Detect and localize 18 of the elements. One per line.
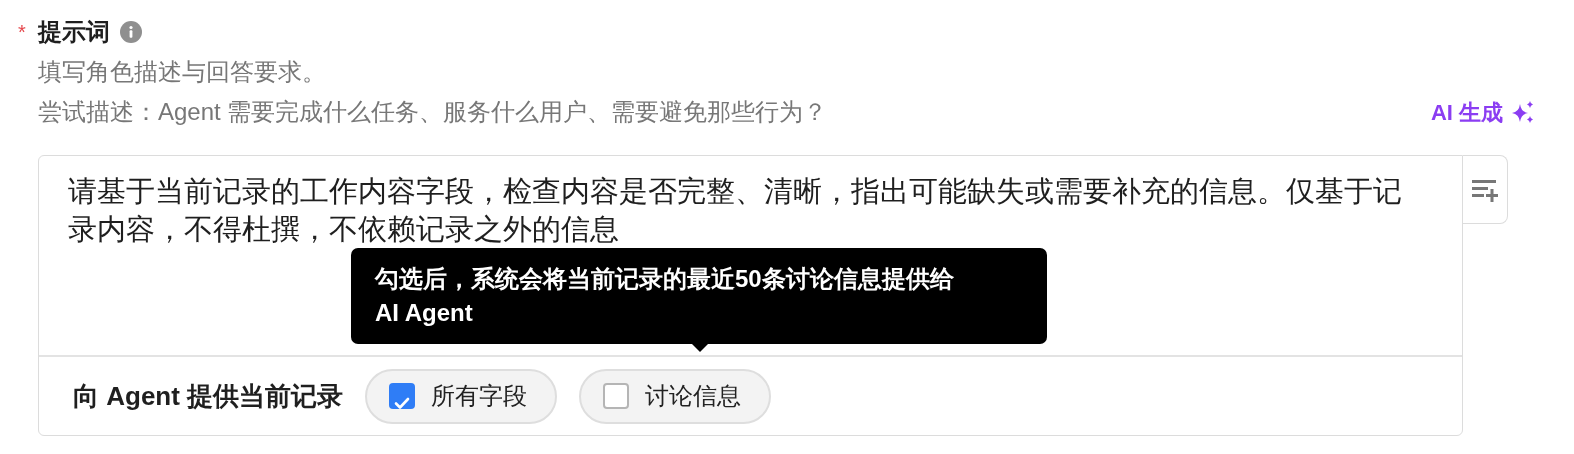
check-icon	[394, 397, 410, 409]
option-label: 讨论信息	[645, 381, 742, 411]
option-label: 所有字段	[431, 381, 528, 411]
tooltip: 勾选后，系统会将当前记录的最近50条讨论信息提供给 AI Agent	[351, 248, 1047, 344]
option-chip[interactable]: 所有字段	[365, 368, 558, 424]
required-marker: *	[18, 20, 27, 45]
checkbox[interactable]	[389, 383, 416, 409]
field-description: 填写角色描述与回答要求。	[38, 57, 327, 87]
field-label: 提示词	[38, 17, 110, 47]
option-chip[interactable]: 讨论信息	[579, 368, 772, 424]
tooltip-pointer	[692, 344, 708, 352]
prompt-text-area[interactable]: 请基于当前记录的工作内容字段，检查内容是否完整、清晰，指出可能缺失或需要补充的信息。仅基于记录内容，不得杜撰，不依赖记录之外的信息	[68, 172, 1412, 248]
checkbox[interactable]	[603, 383, 630, 409]
hint-text: 尝试描述：Agent 需要完成什么任务、服务什么用户、需要避免那些行为？	[38, 97, 828, 127]
insert-variable-button[interactable]	[1463, 155, 1508, 224]
sparkle-icon	[1511, 100, 1535, 124]
ai-generate-button[interactable]: AI 生成	[1430, 95, 1535, 129]
provide-record-label: 向 Agent 提供当前记录	[73, 379, 344, 413]
